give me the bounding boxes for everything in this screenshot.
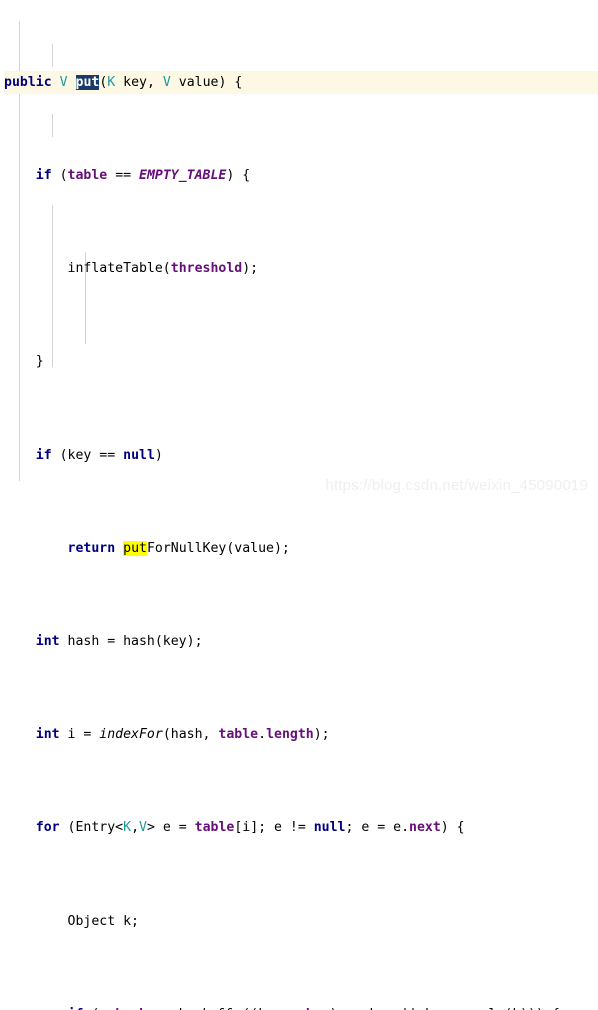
static-method-index-for: indexFor: [99, 727, 163, 743]
dot: .: [258, 727, 267, 743]
code-editor[interactable]: public V put(K key, V value) { if (table…: [0, 0, 598, 1010]
code-line-9[interactable]: for (Entry<K,V> e = table[i]; e != null;…: [4, 816, 598, 839]
field-length: length: [266, 727, 314, 743]
brace-open: ) {: [440, 820, 465, 836]
comma: ,: [131, 820, 140, 836]
increment: ; e = e.: [345, 820, 410, 836]
field-next: next: [409, 820, 441, 836]
condition: (key ==: [51, 447, 124, 463]
keyword-int: int: [35, 727, 60, 743]
paren-open: (: [51, 168, 68, 184]
code-line-11[interactable]: if (e.hash == hash && ((k = e.key) == ke…: [4, 1003, 598, 1010]
code-content[interactable]: public V put(K key, V value) { if (table…: [0, 1, 598, 1010]
code-line-3[interactable]: inflateTable(threshold);: [4, 257, 598, 280]
type-v2: V: [162, 74, 171, 90]
code-line-7[interactable]: int hash = hash(key);: [4, 630, 598, 653]
keyword-return: return: [67, 540, 116, 556]
args: (hash,: [162, 727, 219, 743]
static-field-empty-table: EMPTY_TABLE: [139, 168, 227, 184]
field-table: table: [194, 820, 235, 836]
assign-e: > e =: [146, 820, 195, 836]
call-inflate-table: inflateTable(: [67, 261, 171, 277]
operator-eq: ==: [107, 168, 140, 184]
keyword-int: int: [35, 634, 60, 650]
code-line-8[interactable]: int i = indexFor(hash, table.length);: [4, 723, 598, 746]
type-v: V: [59, 74, 68, 90]
paren-open: (e.: [83, 1007, 115, 1010]
keyword-if: if: [35, 447, 52, 463]
code-line-1[interactable]: public V put(K key, V value) {: [4, 70, 598, 95]
keyword-public: public: [4, 74, 52, 90]
paren-close: ): [154, 447, 163, 463]
entry-generic-open: (Entry<: [59, 820, 124, 836]
condition-mid: == hash && ((k = e.: [147, 1007, 306, 1010]
assign-hash: hash = hash(key);: [59, 634, 203, 650]
keyword-null: null: [313, 820, 346, 836]
keyword-if: if: [68, 1007, 84, 1010]
index-and-cond: [i]; e !=: [234, 820, 314, 836]
field-key: key: [306, 1007, 330, 1010]
field-threshold: threshold: [170, 261, 243, 277]
code-line-6[interactable]: return putForNullKey(value);: [4, 537, 598, 560]
keyword-if: if: [35, 168, 52, 184]
brace-close: }: [35, 354, 44, 370]
declare-object-k: Object k;: [67, 913, 139, 929]
code-line-5[interactable]: if (key == null): [4, 444, 598, 467]
brace-open: ) {: [226, 168, 251, 184]
param-key: key,: [115, 74, 163, 90]
call-put-for-null-key: ForNullKey(value);: [146, 540, 290, 556]
code-line-10[interactable]: Object k;: [4, 910, 598, 933]
keyword-null: null: [123, 447, 155, 463]
usage-highlight-put[interactable]: put: [123, 540, 147, 556]
code-line-4[interactable]: }: [4, 350, 598, 373]
assign-i: i =: [59, 727, 100, 743]
field-hash: hash: [115, 1007, 147, 1010]
method-name-put-selected[interactable]: put: [75, 74, 100, 90]
keyword-for: for: [35, 820, 60, 836]
type-k: K: [123, 820, 132, 836]
watermark: https://blog.csdn.net/weixin_45090019: [325, 476, 588, 494]
param-value: value) {: [170, 74, 243, 90]
paren-close: );: [242, 261, 259, 277]
code-line-2[interactable]: if (table == EMPTY_TABLE) {: [4, 164, 598, 187]
type-v: V: [139, 820, 147, 836]
field-table: table: [67, 168, 108, 184]
condition-end: ) == key || key.equals(k))) {: [330, 1007, 560, 1010]
paren-close: );: [313, 727, 330, 743]
field-table: table: [218, 727, 259, 743]
